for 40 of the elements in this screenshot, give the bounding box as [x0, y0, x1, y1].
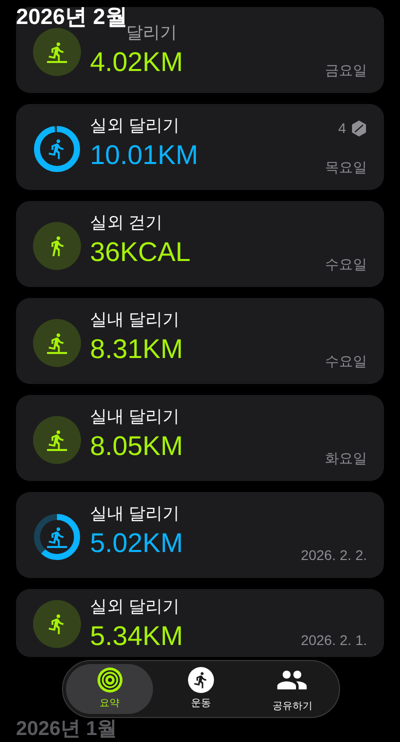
workout-title: 실외 걷기 [90, 212, 164, 234]
workout-card[interactable]: 실내 달리기 8.31KM 수요일 [16, 298, 384, 384]
workout-title: 실내 달리기 [90, 309, 181, 331]
workout-title: 실내 달리기 [90, 406, 181, 428]
workout-value: 5.34KM [90, 620, 184, 653]
workout-date: 화요일 [325, 449, 367, 468]
treadmill-icon [46, 526, 68, 548]
workout-title: 실외 달리기 [90, 115, 181, 137]
tab[interactable]: 요약 [66, 664, 154, 714]
workout-card[interactable]: 실내 달리기 5.02KM 2026. 2. 2. [16, 492, 384, 578]
workout-value: 4.02KM [90, 46, 184, 79]
workout-date: 수요일 [325, 255, 367, 274]
section-title: 2026년 1월 [16, 718, 118, 740]
tab[interactable]: 공유하기 [248, 664, 336, 714]
workout-card[interactable]: 실내 달리기 8.05KM 화요일 [16, 395, 384, 481]
workout-value: 10.01KM [90, 139, 200, 172]
workout-card[interactable]: 실외 걷기 36KCAL 수요일 [16, 201, 384, 287]
workout-date: 목요일 [325, 158, 367, 177]
target-icon [96, 667, 123, 693]
workout-value: 8.31KM [90, 333, 184, 366]
workout-title: 실외 달리기 [90, 596, 181, 618]
award-count: 4 [338, 119, 346, 138]
runner-icon [188, 667, 214, 693]
tab[interactable]: 운동 [157, 664, 245, 714]
treadmill-icon [46, 41, 68, 63]
workout-card[interactable]: 실외 달리기 10.01KM 4 목요일 [16, 104, 384, 190]
month-header: 2026년 2월 [16, 4, 128, 30]
workout-value: 8.05KM [90, 430, 184, 463]
workout-value: 5.02KM [90, 527, 184, 560]
workout-date: 2026. 2. 2. [300, 546, 367, 565]
workout-title: 실내 달리기 [90, 503, 181, 525]
workout-date: 수요일 [325, 352, 367, 371]
workout-date: 금요일 [325, 61, 367, 80]
workout-title: 달리기 [126, 22, 178, 44]
hexagon-icon [351, 120, 367, 137]
workout-card[interactable]: 실외 달리기 5.34KM 2026. 2. 1. [16, 589, 384, 657]
treadmill-icon [46, 332, 68, 354]
workout-value: 36KCAL [90, 236, 192, 269]
treadmill-icon [46, 429, 68, 451]
workout-date: 2026. 2. 1. [300, 631, 367, 650]
